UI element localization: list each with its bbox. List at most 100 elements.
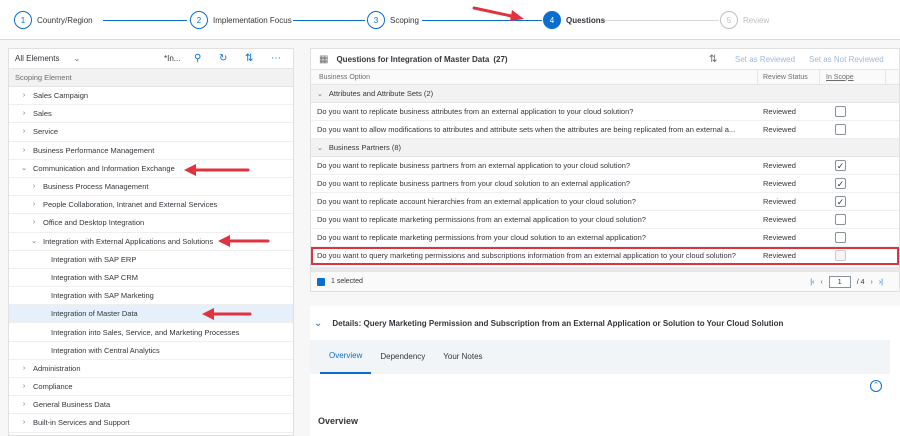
wizard-step-review[interactable]: 5 Review	[720, 10, 769, 30]
wizard-connector	[293, 20, 365, 21]
page-input[interactable]: 1	[828, 276, 851, 288]
chevron-right-icon[interactable]: ›	[19, 401, 29, 408]
table-row[interactable]: Do you want to replicate business partne…	[311, 157, 899, 175]
table-row[interactable]: Do you want to replicate marketing permi…	[311, 211, 899, 229]
tab-your-notes[interactable]: Your Notes	[434, 346, 491, 374]
chevron-right-icon[interactable]: ›	[19, 419, 29, 426]
tree-item-label: Integration with External Applications a…	[43, 236, 214, 246]
search-icon[interactable]: ⚲	[194, 53, 201, 64]
in-scope-checkbox[interactable]	[835, 106, 846, 117]
wizard-step-country[interactable]: 1 Country/Region	[14, 10, 93, 30]
chevron-right-icon[interactable]: ›	[29, 219, 39, 226]
in-scope-checkbox[interactable]	[835, 214, 846, 225]
tree-item[interactable]: › Business Process Management	[9, 178, 293, 197]
filter-dropdown[interactable]: All Elements	[15, 54, 59, 63]
tab-dependency[interactable]: Dependency	[371, 346, 434, 374]
question-text: Do you want to replicate business partne…	[317, 161, 631, 170]
tree-item[interactable]: › Business Performance Management	[9, 142, 293, 160]
sort-icon[interactable]: ⇅	[245, 53, 253, 64]
chevron-right-icon[interactable]: ›	[19, 365, 29, 372]
table-row[interactable]: Do you want to replicate marketing permi…	[311, 229, 899, 247]
scoping-tree: › Sales Campaign › Sales › Service › Business P…	[9, 87, 293, 433]
next-page-icon[interactable]: ›	[871, 279, 873, 286]
tree-item[interactable]: Integration with Central Analytics	[9, 342, 293, 360]
refresh-icon[interactable]: ↻	[219, 53, 227, 64]
selected-count: 1 selected	[331, 278, 363, 285]
in-scope-checkbox[interactable]: ✓	[835, 178, 846, 189]
last-page-icon[interactable]: ›|	[879, 279, 883, 286]
tree-item[interactable]: Integration with SAP CRM	[9, 269, 293, 288]
sort-icon[interactable]: ⇅	[709, 54, 717, 65]
tree-item[interactable]: › Administration	[9, 360, 293, 378]
chevron-down-icon[interactable]: ⌄	[19, 164, 29, 172]
annotation-arrow-icon	[472, 6, 524, 21]
tree-item-label: Business Performance Management	[33, 145, 155, 155]
wizard-step-scoping[interactable]: 3 Scoping	[367, 10, 419, 30]
in-scope-checkbox[interactable]: ✓	[835, 160, 846, 171]
first-page-icon[interactable]: |‹	[810, 279, 814, 286]
chevron-right-icon[interactable]: ›	[19, 128, 29, 135]
in-scope-checkbox[interactable]	[835, 250, 846, 261]
chevron-right-icon[interactable]: ›	[19, 92, 29, 99]
tab-overview[interactable]: Overview	[320, 346, 372, 374]
tree-item[interactable]: › Service	[9, 123, 293, 142]
question-text: Do you want to replicate business partne…	[317, 179, 631, 188]
wizard-step-questions[interactable]: 4 Questions	[543, 10, 605, 30]
tree-item-label: Office and Desktop Integration	[43, 218, 145, 228]
chevron-right-icon[interactable]: ›	[19, 110, 29, 117]
wizard-connector	[103, 20, 187, 21]
questions-table: ⌄ Attributes and Attribute Sets (2) Do you…	[311, 85, 899, 265]
group-row[interactable]: ⌄ Attributes and Attribute Sets (2)	[311, 85, 899, 103]
overview-heading: Overview	[318, 416, 359, 426]
tree-item[interactable]: Integration with SAP Marketing	[9, 287, 293, 306]
tree-item[interactable]: Integration into Sales, Service, and Mar…	[9, 323, 293, 342]
col-review-status[interactable]: Review Status	[763, 74, 808, 81]
step-number: 1	[14, 11, 32, 29]
column-divider	[757, 70, 758, 84]
search-input[interactable]: *In...	[164, 54, 180, 63]
table-row[interactable]: Do you want to replicate business attrib…	[311, 103, 899, 121]
group-row[interactable]: ⌄ Business Partners (8)	[311, 139, 899, 157]
table-row[interactable]: Do you want to replicate business partne…	[311, 175, 899, 193]
question-text: Do you want to replicate account hierarc…	[317, 197, 636, 206]
table-row[interactable]: Do you want to replicate account hierarc…	[311, 193, 899, 211]
tree-item[interactable]: › Built-in Services and Support	[9, 414, 293, 433]
annotation-arrow-icon	[184, 164, 250, 176]
set-reviewed-button[interactable]: Set as Reviewed	[735, 55, 795, 64]
more-icon[interactable]: ⋯	[271, 53, 281, 64]
chevron-down-icon[interactable]: ⌄	[317, 90, 323, 98]
tree-item[interactable]: Integration with SAP ERP	[9, 251, 293, 269]
wizard-step-implementation-focus[interactable]: 2 Implementation Focus	[190, 10, 292, 30]
tree-item[interactable]: › General Business Data	[9, 396, 293, 415]
set-not-reviewed-button[interactable]: Set as Not Reviewed	[809, 55, 884, 64]
tree-item-label: Service	[33, 127, 59, 137]
chevron-right-icon[interactable]: ›	[19, 147, 29, 154]
review-status: Reviewed	[763, 233, 796, 242]
prev-page-icon[interactable]: ‹	[820, 279, 822, 286]
scroll-up-icon[interactable]: ⌃	[870, 380, 882, 392]
selection-icon	[317, 277, 325, 286]
tree-item[interactable]: › Sales Campaign	[9, 87, 293, 106]
col-in-scope[interactable]: In Scope	[826, 74, 854, 81]
chevron-right-icon[interactable]: ›	[29, 201, 39, 208]
tree-item[interactable]: › Sales	[9, 105, 293, 124]
in-scope-checkbox[interactable]: ✓	[835, 196, 846, 207]
table-row[interactable]: Do you want to allow modifications to at…	[311, 121, 899, 139]
in-scope-checkbox[interactable]	[835, 124, 846, 135]
chevron-right-icon[interactable]: ›	[19, 383, 29, 390]
col-business-option[interactable]: Business Option	[319, 74, 370, 81]
details-header: ⌄ Details: Query Marketing Permission an…	[310, 306, 900, 340]
collapse-chevron-icon[interactable]: ⌄	[314, 318, 322, 329]
table-row[interactable]: Do you want to query marketing permissio…	[311, 247, 899, 265]
tree-item-label: General Business Data	[33, 400, 111, 410]
in-scope-checkbox[interactable]	[835, 232, 846, 243]
question-text: Do you want to replicate business attrib…	[317, 107, 634, 116]
tree-item[interactable]: › Compliance	[9, 378, 293, 397]
tree-item[interactable]: › People Collaboration, Intranet and Exte…	[9, 196, 293, 215]
chevron-down-icon[interactable]: ⌄	[73, 54, 80, 63]
chevron-down-icon[interactable]: ⌄	[29, 237, 39, 245]
tree-item-label: Communication and Information Exchange	[33, 163, 175, 173]
chevron-right-icon[interactable]: ›	[29, 183, 39, 190]
tree-item[interactable]: › Office and Desktop Integration	[9, 214, 293, 233]
chevron-down-icon[interactable]: ⌄	[317, 144, 323, 152]
